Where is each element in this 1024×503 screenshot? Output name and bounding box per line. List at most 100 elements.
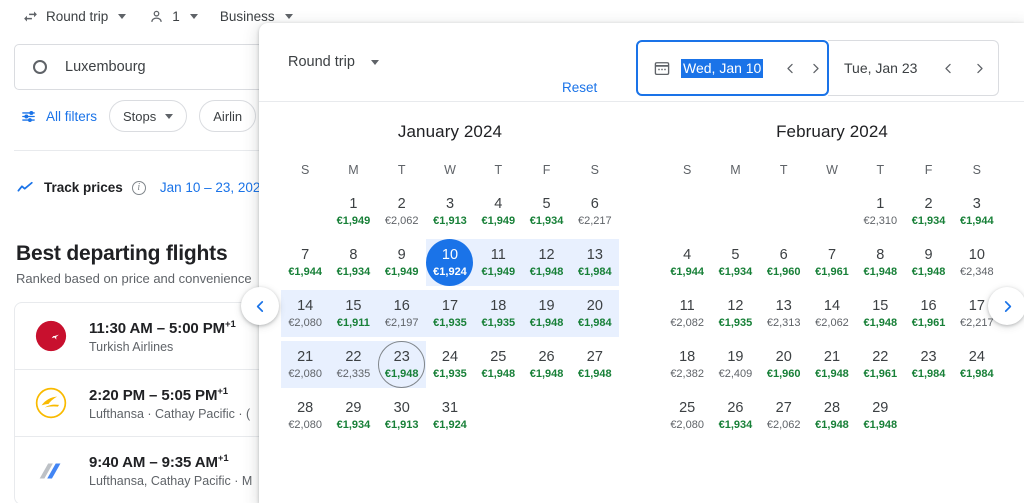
calendar-day-inner: 6 €1,960 — [760, 239, 807, 286]
calendar-day-cell[interactable]: 4 €1,949 — [474, 186, 522, 237]
calendar-day-cell[interactable]: 23 €1,948 — [376, 339, 427, 390]
calendar-day-number: 22 — [872, 348, 889, 365]
calendar-day-cell[interactable]: 12 €1,935 — [711, 288, 759, 339]
calendar-day-cell[interactable]: 30 €1,913 — [378, 390, 426, 441]
calendar-day-cell[interactable]: 3 €1,944 — [953, 186, 1001, 237]
calendar-day-price: €1,948 — [863, 316, 898, 329]
calendar-day-price: €1,984 — [578, 316, 612, 329]
departure-date-field[interactable]: Wed, Jan 10 — [636, 40, 829, 96]
calendar-day-cell[interactable]: 8 €1,934 — [329, 237, 377, 288]
calendar-day-cell[interactable]: 9 €1,949 — [378, 237, 426, 288]
calendar-day-cell[interactable]: 8 €1,948 — [856, 237, 904, 288]
calendar-day-cell[interactable]: 21 €2,080 — [281, 339, 331, 390]
track-prices-date-range: Jan 10 – 23, 202 — [159, 180, 261, 195]
calendar-day-cell[interactable]: 2 €2,062 — [378, 186, 426, 237]
calendar-empty-cell — [522, 390, 570, 441]
calendar-day-cell[interactable]: 28 €2,080 — [281, 390, 329, 441]
trip-type-selector[interactable]: Round trip — [22, 8, 127, 25]
calendar-day-cell[interactable]: 7 €1,961 — [808, 237, 856, 288]
calendar-day-price: €1,984 — [911, 367, 946, 380]
calendar-week-row: 28 €2,080 29 €1,934 30 €1,913 31 €1,924 — [281, 390, 619, 441]
calendar-day-cell[interactable]: 31 €1,924 — [426, 390, 474, 441]
calendar-day-cell[interactable]: 24 €1,984 — [953, 339, 1001, 390]
calendar-day-cell[interactable]: 7 €1,944 — [281, 237, 329, 288]
calendar-day-cell[interactable]: 23 €1,984 — [904, 339, 952, 390]
calendar-day-cell[interactable]: 27 €2,062 — [760, 390, 808, 441]
calendar-day-cell[interactable]: 16 €1,961 — [904, 288, 952, 339]
calendar-day-price: €2,382 — [670, 367, 704, 380]
calendar-day-cell[interactable]: 12 €1,948 — [521, 237, 572, 288]
calendar-day-cell[interactable]: 22 €2,335 — [328, 339, 379, 390]
calendar-day-cell[interactable]: 1 €1,949 — [329, 186, 377, 237]
calendar-day-cell[interactable]: 27 €1,948 — [571, 339, 619, 390]
calendar-day-cell[interactable]: 28 €1,948 — [808, 390, 856, 441]
calendar-day-cell[interactable]: 10 €2,348 — [953, 237, 1001, 288]
departure-next-day-button[interactable] — [808, 56, 823, 81]
dialog-trip-type-selector[interactable]: Round trip — [288, 54, 379, 70]
calendar-day-price: €1,934 — [529, 214, 564, 227]
calendar-day-cell[interactable]: 1 €2,310 — [856, 186, 904, 237]
filter-chip-airlines[interactable]: Airlin — [199, 100, 257, 132]
calendar-day-cell[interactable]: 9 €1,948 — [904, 237, 952, 288]
calendar-day-cell[interactable]: 4 €1,944 — [663, 237, 711, 288]
passenger-selector[interactable]: 1 — [148, 8, 198, 25]
calendar-day-cell[interactable]: 11 €2,082 — [663, 288, 711, 339]
calendar-day-cell[interactable]: 14 €2,080 — [281, 288, 331, 339]
calendar-day-cell[interactable]: 22 €1,961 — [856, 339, 904, 390]
calendar-day-cell[interactable]: 15 €1,911 — [328, 288, 379, 339]
return-next-day-button[interactable] — [969, 56, 990, 81]
calendar-day-cell[interactable]: 26 €1,934 — [711, 390, 759, 441]
calendar-day-cell[interactable]: 25 €1,948 — [474, 339, 522, 390]
calendar-day-cell[interactable]: 13 €2,313 — [760, 288, 808, 339]
calendar-day-cell[interactable]: 19 €2,409 — [711, 339, 759, 390]
calendar-day-number: 3 — [445, 195, 455, 212]
calendar-day-cell[interactable]: 14 €2,062 — [808, 288, 856, 339]
return-date-field[interactable]: Tue, Jan 23 — [828, 40, 999, 96]
calendar-day-cell[interactable]: 5 €1,934 — [522, 186, 570, 237]
calendar-day-cell[interactable]: 13 €1,984 — [569, 237, 620, 288]
google-flights-screen: Round trip 1 Business Luxembourg All fil… — [0, 0, 1024, 503]
calendar-day-cell[interactable]: 5 €1,934 — [711, 237, 759, 288]
calendar-day-cell[interactable]: 11 €1,949 — [473, 237, 524, 288]
calendar-months-container: January 2024 S M T W T F S 1 €1,949 2 €2,062 3 €1,913… — [259, 102, 1024, 441]
calendar-day-cell[interactable]: 15 €1,948 — [856, 288, 904, 339]
calendar-day-number: 19 — [727, 348, 744, 365]
calendar-day-price: €1,948 — [863, 265, 898, 278]
calendar-day-inner: 19 €2,409 — [712, 341, 759, 388]
filter-chip-stops[interactable]: Stops — [109, 100, 188, 132]
calendar-day-cell[interactable]: 18 €2,382 — [663, 339, 711, 390]
calendar-day-cell[interactable]: 6 €2,217 — [571, 186, 619, 237]
calendar-day-cell[interactable]: 24 €1,935 — [426, 339, 474, 390]
calendar-day-cell[interactable]: 19 €1,948 — [521, 288, 572, 339]
info-icon[interactable]: i — [131, 180, 146, 195]
departure-prev-day-button[interactable] — [783, 56, 798, 81]
calendar-day-price: €1,934 — [911, 214, 946, 227]
calendar-day-inner: 12 €1,948 — [523, 239, 570, 286]
track-prices-row[interactable]: Track prices i Jan 10 – 23, 202 — [16, 178, 260, 197]
calendar-day-cell[interactable]: 3 €1,913 — [426, 186, 474, 237]
reset-button[interactable]: Reset — [562, 80, 597, 95]
calendar-day-price: €1,948 — [815, 367, 849, 380]
calendar-day-cell[interactable]: 20 €1,984 — [569, 288, 620, 339]
weekday-label: S — [590, 163, 600, 177]
calendar-day-cell[interactable]: 16 €2,197 — [376, 288, 428, 339]
calendar-day-cell[interactable]: 18 €1,935 — [473, 288, 524, 339]
calendar-day-cell[interactable]: 26 €1,948 — [522, 339, 570, 390]
calendar-day-price: €1,935 — [433, 316, 467, 329]
calendar-day-cell[interactable]: 21 €1,948 — [808, 339, 856, 390]
calendar-day-cell[interactable]: 17 €1,935 — [424, 288, 476, 339]
previous-month-button[interactable] — [241, 287, 279, 325]
all-filters-button[interactable]: All filters — [14, 108, 97, 125]
calendar-day-cell[interactable]: 25 €2,080 — [663, 390, 711, 441]
calendar-day-cell[interactable]: 10 €1,924 — [425, 237, 476, 288]
calendar-day-cell[interactable]: 20 €1,960 — [760, 339, 808, 390]
calendar-day-cell[interactable]: 2 €1,934 — [904, 186, 952, 237]
calendar-day-cell[interactable]: 29 €1,948 — [856, 390, 904, 441]
calendar-day-cell[interactable]: 29 €1,934 — [329, 390, 377, 441]
cabin-class-selector[interactable]: Business — [220, 9, 293, 24]
calendar-day-price: €1,960 — [766, 265, 801, 278]
calendar-day-cell[interactable]: 6 €1,960 — [760, 237, 808, 288]
chevron-down-icon — [165, 113, 174, 119]
next-month-button[interactable] — [988, 287, 1024, 325]
return-prev-day-button[interactable] — [937, 56, 958, 81]
